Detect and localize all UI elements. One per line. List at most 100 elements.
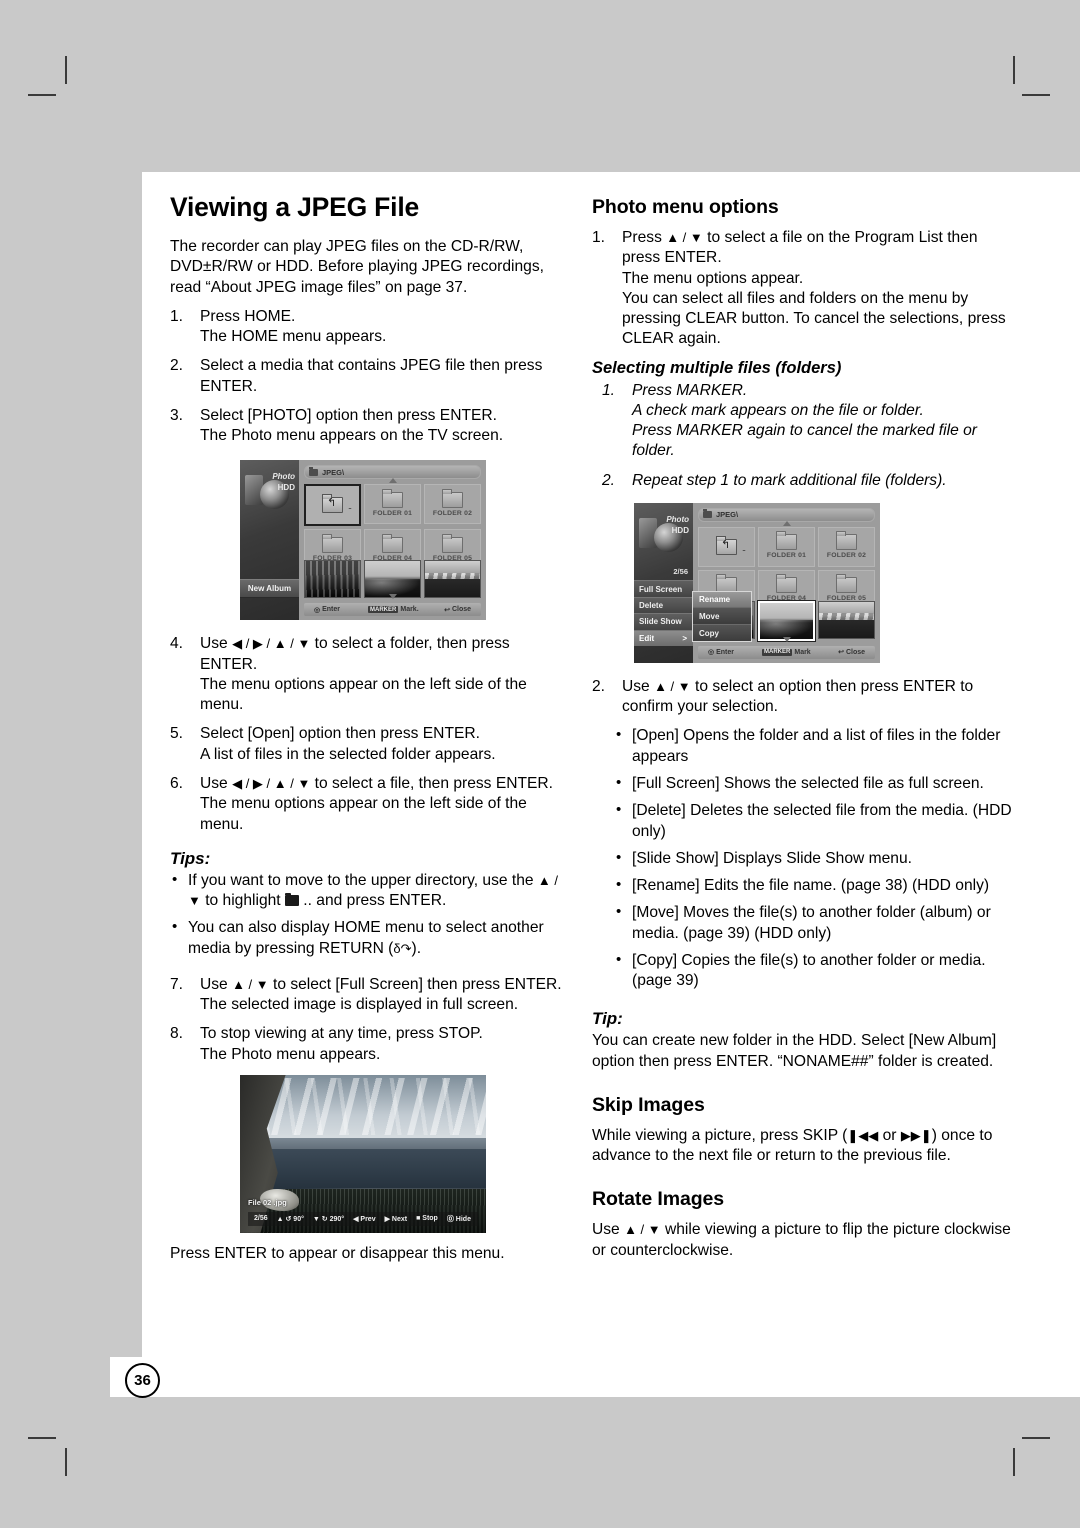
path-bar: JPEG\ [304, 465, 481, 480]
option-delete[interactable]: Delete [634, 596, 693, 614]
grid-cell-folder[interactable]: FOLDER 01 [758, 526, 815, 567]
skip-back-icon: ❚◀◀ [847, 1127, 879, 1143]
step-item: 7. Use ▲ / ▼ to select [Full Screen] the… [170, 975, 568, 1016]
bullet-item: [Copy] Copies the file(s) to another fol… [614, 950, 1012, 992]
folder-icon [382, 533, 403, 553]
step-number: 1. [602, 381, 616, 399]
option-full-screen[interactable]: Full Screen [634, 580, 693, 597]
page-number-badge: 36 [125, 1363, 160, 1398]
step-text: Select [PHOTO] option then press ENTER. … [200, 406, 504, 445]
enter-icon: ◎ [708, 649, 715, 657]
page-footer-area [110, 1357, 1080, 1397]
screenshot-left-pane: Photo HDD 2/56 File 02 Full Screen Delet… [634, 502, 693, 663]
path-bar: JPEG\ [698, 507, 875, 522]
osd-rotate-cw[interactable]: ▲ ↺ 90° [277, 1215, 304, 1223]
thumbnail-item[interactable] [304, 560, 361, 599]
bullet-item: [Full Screen] Shows the selected file as… [614, 773, 1012, 794]
media-type-label: Photo [666, 514, 689, 524]
step-text: Select a media that contains JPEG file t… [200, 357, 543, 395]
grid-cell-folder[interactable]: FOLDER 02 [424, 484, 481, 525]
status-bar: ◎ Enter MARKER Mark ↩ Close [698, 645, 875, 659]
direction-arrows-icon: ▲ / ▼ [654, 678, 691, 694]
right-steps-list-1: 1. Press ▲ / ▼ to select a file on the P… [592, 228, 1012, 350]
grid-cell-folder[interactable]: FOLDER 01 [364, 484, 421, 525]
up-dir-label: .. [741, 542, 746, 553]
step-item: 4. Use ◀ / ▶ / ▲ / ▼ to select a folder,… [170, 634, 568, 715]
return-icon: ↩ [444, 606, 450, 614]
folder-label: FOLDER 02 [826, 552, 867, 560]
scroll-down-arrow-icon[interactable] [388, 594, 397, 600]
osd-stop-button[interactable]: ■ Stop [416, 1215, 438, 1222]
step-item: 1. Press HOME. The HOME menu appears. [170, 307, 568, 348]
edit-submenu: Rename Move Copy [692, 590, 752, 642]
skip-forward-icon: ▶▶❚ [900, 1127, 932, 1143]
status-close: ↩ Close [444, 606, 471, 614]
submenu-item-copy[interactable]: Copy [693, 625, 751, 641]
thumbnail-item[interactable] [818, 600, 875, 639]
scroll-down-arrow-icon[interactable] [782, 636, 791, 642]
menu-options-bullet-list: [Open] Opens the folder and a list of fi… [614, 725, 1012, 992]
step-number: 1. [170, 307, 184, 325]
tips-list: If you want to move to the upper directo… [170, 870, 568, 959]
step-item: 5. Select [Open] option then press ENTER… [170, 724, 568, 765]
media-source-label: HDD [671, 525, 689, 535]
step-text-pre: Press [622, 229, 667, 246]
tip-item: If you want to move to the upper directo… [170, 870, 568, 912]
step-number: 2. [592, 677, 606, 695]
tips-heading: Tips: [170, 848, 211, 868]
photo-filename-label: File 02 .jpg [248, 1197, 287, 1207]
status-mark: MARKER Mark [762, 648, 811, 656]
option-edit[interactable]: Edit > [634, 629, 693, 646]
thumbnail-item[interactable] [424, 560, 481, 599]
tip-item: You can also display HOME menu to select… [170, 917, 568, 959]
scroll-up-arrow-icon[interactable] [388, 478, 397, 484]
thumbnail-item[interactable] [364, 560, 421, 599]
step-item: 2. Select a media that contains JPEG fil… [170, 356, 568, 397]
step-number: 8. [170, 1025, 184, 1043]
bullet-item: [Delete] Deletes the selected file from … [614, 800, 1012, 842]
chevron-right-icon: > [682, 633, 687, 643]
file-counter-label: 2/56 [673, 566, 688, 576]
path-text: JPEG\ [716, 510, 739, 520]
status-bar: ◎ Enter MARKER Mark. ↩ Close [304, 603, 481, 617]
step-number: 7. [170, 975, 184, 993]
figure-caption: Press ENTER to appear or disappear this … [170, 1244, 505, 1262]
subheading-selecting-multiple-files: Selecting multiple files (folders) [592, 358, 842, 377]
step-text-post: Select [Open] option then press ENTER. A… [200, 725, 496, 763]
osd-prev-button[interactable]: ◀ Prev [353, 1215, 376, 1223]
folder-icon [442, 488, 463, 508]
step-number: 6. [170, 774, 184, 792]
grid-cell-up-directory[interactable]: .. [698, 526, 755, 567]
path-text: JPEG\ [322, 467, 345, 477]
status-mark: MARKER Mark. [368, 606, 419, 614]
submenu-item-move[interactable]: Move [693, 608, 751, 626]
osd-hide-button[interactable]: ⓪ Hide [447, 1214, 471, 1224]
crop-mark-bottom-right-vertical [1013, 1448, 1015, 1476]
photo-osd-bar: 2/56 ▲ ↺ 90° ▼ ↻ 290° ◀ Prev ▶ Next ■ St… [248, 1211, 478, 1226]
step-item: 2. Use ▲ / ▼ to select an option then pr… [592, 677, 1012, 718]
bullet-item: [Rename] Edits the file name. (page 38) … [614, 875, 1012, 896]
osd-rotate-ccw[interactable]: ▼ ↻ 290° [313, 1215, 344, 1223]
media-source-label: HDD [277, 483, 295, 493]
new-album-button[interactable]: New Album [240, 579, 299, 599]
submenu-item-rename[interactable]: Rename [693, 591, 751, 609]
screenshot-photo-menu-options: Photo HDD 2/56 File 02 Full Screen Delet… [634, 502, 880, 663]
up-dir-label: .. [347, 501, 352, 512]
step-item: 8. To stop viewing at any time, press ST… [170, 1024, 568, 1065]
grid-cell-up-directory[interactable]: .. [304, 484, 361, 527]
crop-mark-top-right-horizontal [1022, 94, 1050, 96]
step-number: 1. [592, 229, 606, 246]
bullet-item: [Open] Opens the folder and a list of fi… [614, 725, 1012, 767]
option-slide-show[interactable]: Slide Show [634, 613, 693, 630]
step-number: 3. [170, 406, 184, 424]
scroll-up-arrow-icon[interactable] [782, 520, 791, 526]
grid-cell-folder[interactable]: FOLDER 02 [818, 526, 875, 567]
screenshot-photo-menu: Photo HDD New Album JPEG\ .. ↱ FOLDER 01… [240, 460, 486, 621]
page-sheet: Viewing a JPEG File The recorder can pla… [142, 172, 1080, 1357]
crop-mark-bottom-left-horizontal [28, 1437, 56, 1439]
bullet-item: [Slide Show] Displays Slide Show menu. [614, 848, 1012, 869]
step-number: 2. [170, 357, 184, 375]
thumbnail-item-selected[interactable] [757, 599, 816, 642]
intro-paragraph: The recorder can play JPEG files on the … [170, 238, 544, 296]
osd-next-button[interactable]: ▶ Next [385, 1215, 408, 1223]
